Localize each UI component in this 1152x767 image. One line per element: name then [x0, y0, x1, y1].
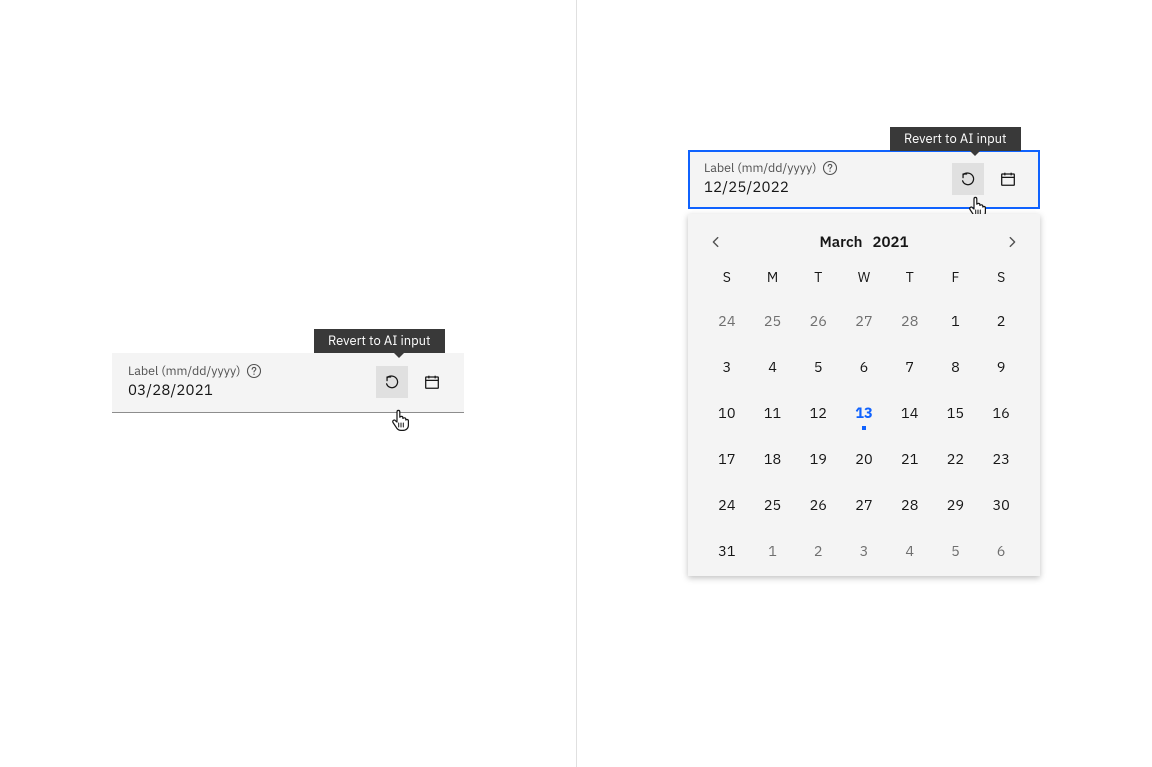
- calendar-day[interactable]: 3: [704, 354, 750, 378]
- calendar-popover: March 2021 SMTWTFS2425262728123456789101…: [688, 214, 1040, 576]
- calendar-weekday: T: [795, 268, 841, 286]
- calendar-icon-button[interactable]: [416, 366, 448, 398]
- calendar-day[interactable]: 4: [750, 354, 796, 378]
- calendar-day[interactable]: 28: [887, 308, 933, 332]
- date-picker-closed: Label (mm/dd/yyyy) 03/28/2021: [112, 353, 464, 413]
- help-icon[interactable]: [822, 160, 838, 176]
- calendar-month-year[interactable]: March 2021: [820, 233, 909, 252]
- calendar-icon-button[interactable]: [992, 163, 1024, 195]
- calendar-day[interactable]: 31: [704, 538, 750, 562]
- calendar-day[interactable]: 20: [841, 446, 887, 470]
- date-picker-label: Label (mm/dd/yyyy): [128, 363, 240, 379]
- calendar-prev-month[interactable]: [704, 230, 728, 254]
- revert-to-ai-button[interactable]: [952, 163, 984, 195]
- pane-divider: [576, 0, 577, 767]
- calendar-day[interactable]: 18: [750, 446, 796, 470]
- calendar-day[interactable]: 8: [933, 354, 979, 378]
- calendar-weekday: S: [704, 268, 750, 286]
- calendar-day[interactable]: 6: [841, 354, 887, 378]
- help-icon[interactable]: [246, 363, 262, 379]
- calendar-day[interactable]: 19: [795, 446, 841, 470]
- calendar-grid: SMTWTFS242526272812345678910111213141516…: [704, 268, 1024, 562]
- calendar-weekday: W: [841, 268, 887, 286]
- calendar-day[interactable]: 3: [841, 538, 887, 562]
- calendar-day[interactable]: 6: [978, 538, 1024, 562]
- date-picker-open: Label (mm/dd/yyyy) 12/25/2022: [688, 150, 1040, 209]
- calendar-day[interactable]: 28: [887, 492, 933, 516]
- calendar-day[interactable]: 2: [795, 538, 841, 562]
- calendar-day[interactable]: 24: [704, 308, 750, 332]
- calendar-day[interactable]: 25: [750, 308, 796, 332]
- calendar-day[interactable]: 10: [704, 400, 750, 424]
- calendar-weekday: T: [887, 268, 933, 286]
- calendar-day[interactable]: 5: [933, 538, 979, 562]
- revert-tooltip: Revert to AI input: [314, 329, 445, 353]
- calendar-day[interactable]: 17: [704, 446, 750, 470]
- date-picker-label: Label (mm/dd/yyyy): [704, 160, 816, 176]
- calendar-day[interactable]: 9: [978, 354, 1024, 378]
- calendar-day[interactable]: 15: [933, 400, 979, 424]
- calendar-day[interactable]: 27: [841, 308, 887, 332]
- calendar-day[interactable]: 2: [978, 308, 1024, 332]
- calendar-next-month[interactable]: [1000, 230, 1024, 254]
- calendar-day[interactable]: 12: [795, 400, 841, 424]
- calendar-day[interactable]: 5: [795, 354, 841, 378]
- calendar-month: March: [820, 233, 863, 252]
- calendar-day[interactable]: 21: [887, 446, 933, 470]
- calendar-weekday: M: [750, 268, 796, 286]
- date-picker-value[interactable]: 03/28/2021: [128, 381, 368, 400]
- calendar-day[interactable]: 14: [887, 400, 933, 424]
- calendar-weekday: F: [933, 268, 979, 286]
- calendar-day[interactable]: 26: [795, 492, 841, 516]
- calendar-day[interactable]: 24: [704, 492, 750, 516]
- calendar-day[interactable]: 4: [887, 538, 933, 562]
- calendar-year: 2021: [872, 233, 908, 252]
- calendar-day[interactable]: 13: [841, 400, 887, 424]
- calendar-day[interactable]: 1: [750, 538, 796, 562]
- calendar-day[interactable]: 30: [978, 492, 1024, 516]
- calendar-day[interactable]: 29: [933, 492, 979, 516]
- calendar-day[interactable]: 23: [978, 446, 1024, 470]
- calendar-day[interactable]: 16: [978, 400, 1024, 424]
- calendar-day[interactable]: 27: [841, 492, 887, 516]
- calendar-day[interactable]: 11: [750, 400, 796, 424]
- date-picker-value[interactable]: 12/25/2022: [704, 178, 944, 197]
- calendar-day[interactable]: 7: [887, 354, 933, 378]
- revert-to-ai-button[interactable]: [376, 366, 408, 398]
- calendar-weekday: S: [978, 268, 1024, 286]
- calendar-day[interactable]: 1: [933, 308, 979, 332]
- calendar-day[interactable]: 22: [933, 446, 979, 470]
- revert-tooltip: Revert to AI input: [890, 127, 1021, 151]
- calendar-day[interactable]: 25: [750, 492, 796, 516]
- calendar-day[interactable]: 26: [795, 308, 841, 332]
